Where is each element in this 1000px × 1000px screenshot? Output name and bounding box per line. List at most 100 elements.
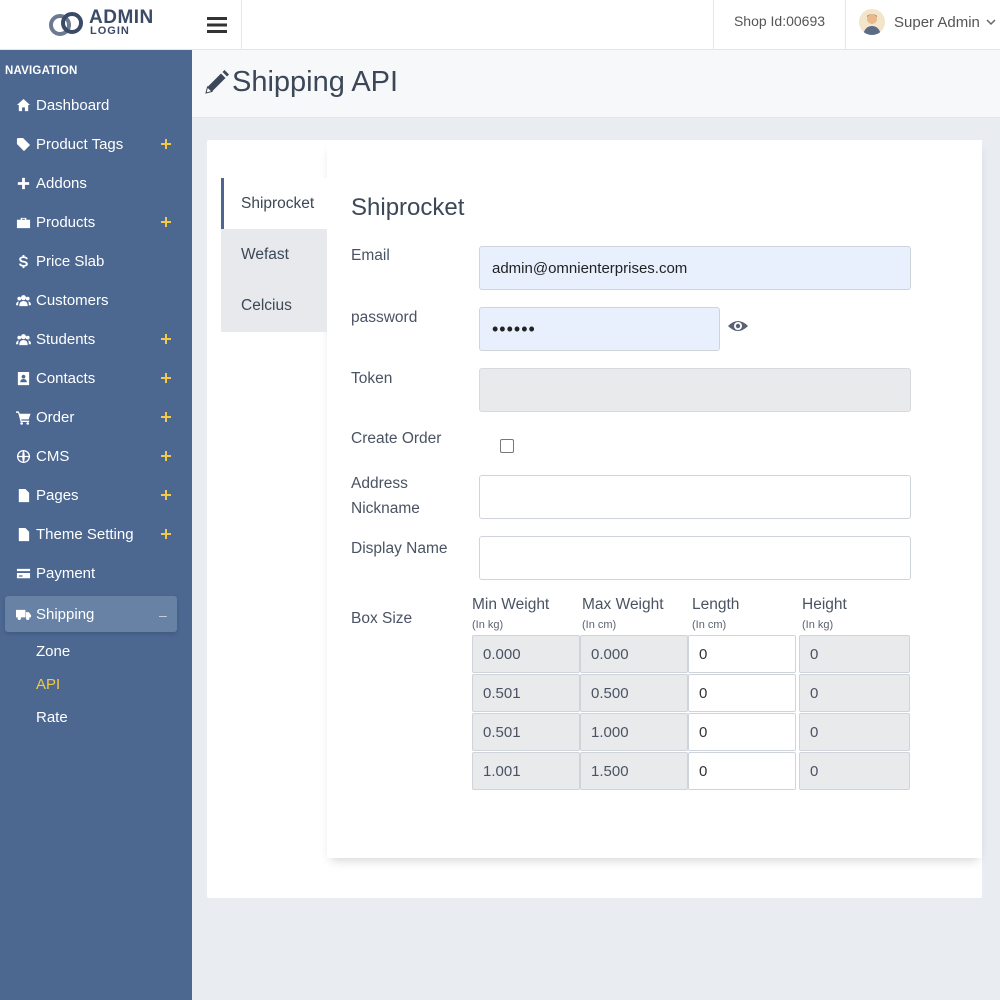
user-name: Super Admin — [894, 13, 980, 31]
sidebar-item-order[interactable]: Order — [0, 398, 192, 437]
tab-celcius[interactable]: Celcius — [221, 280, 327, 331]
expand-plus-icon[interactable] — [160, 410, 172, 422]
sidebar-item-contacts[interactable]: Contacts — [0, 359, 192, 398]
box-size-cell[interactable]: 0.501 — [472, 713, 580, 751]
column-header: Height — [802, 596, 847, 613]
box-size-cell[interactable]: 0.000 — [580, 635, 688, 673]
sidebar-item-product-tags[interactable]: Product Tags — [0, 125, 192, 164]
plus-icon — [14, 176, 32, 192]
pencil-icon — [205, 69, 229, 94]
email-field[interactable] — [479, 246, 911, 290]
box-size-cell[interactable]: 1.000 — [580, 713, 688, 751]
sidebar-item-label: Customers — [36, 292, 109, 309]
create-order-label: Create Order — [351, 430, 442, 447]
expand-plus-icon[interactable] — [160, 137, 172, 149]
sidebar-item-customers[interactable]: Customers — [0, 281, 192, 320]
expand-plus-icon[interactable] — [160, 449, 172, 461]
collapse-minus-icon[interactable]: – — [159, 607, 167, 623]
box-size-cell[interactable]: 0 — [799, 752, 910, 790]
box-size-cell[interactable]: 0 — [688, 674, 796, 712]
sidebar-item-label: Shipping — [36, 605, 95, 623]
sidebar-item-label: Dashboard — [36, 97, 110, 114]
sidebar-item-dashboard[interactable]: Dashboard — [0, 86, 192, 125]
eye-icon[interactable] — [727, 317, 749, 335]
expand-plus-icon[interactable] — [160, 215, 172, 227]
globe-icon — [14, 449, 32, 465]
tag-icon — [14, 137, 32, 153]
expand-plus-icon[interactable] — [160, 527, 172, 539]
sidebar-item-label: Pages — [36, 487, 79, 504]
sidebar-item-theme-setting[interactable]: Theme Setting — [0, 515, 192, 554]
sidebar-item-pages[interactable]: Pages — [0, 476, 192, 515]
file-icon — [14, 527, 32, 543]
create-order-checkbox[interactable] — [500, 439, 514, 453]
credit-card-icon — [14, 566, 32, 582]
token-field[interactable] — [479, 368, 911, 412]
column-header: Min Weight — [472, 596, 550, 613]
users-icon — [14, 332, 32, 348]
sidebar-item-label: Product Tags — [36, 136, 124, 153]
tab-shiprocket[interactable]: Shiprocket — [221, 178, 327, 229]
expand-plus-icon[interactable] — [160, 488, 172, 500]
email-label: Email — [351, 247, 390, 264]
sidebar-item-label: Contacts — [36, 370, 96, 387]
box-size-cell[interactable]: 0.501 — [472, 674, 580, 712]
address-nickname-label-2: Nickname — [351, 500, 420, 517]
expand-plus-icon[interactable] — [160, 371, 172, 383]
box-size-cell[interactable]: 0 — [799, 674, 910, 712]
user-avatar-icon — [859, 9, 885, 35]
sidebar-item-cms[interactable]: CMS — [0, 437, 192, 476]
page-title: Shipping API — [232, 66, 399, 98]
box-size-cell[interactable]: 0 — [799, 713, 910, 751]
sidebar-item-addons[interactable]: Addons — [0, 164, 192, 203]
sidebar-item-label: Theme Setting — [36, 526, 134, 543]
box-size-cell[interactable]: 0 — [688, 752, 796, 790]
token-label: Token — [351, 370, 393, 387]
display-name-label: Display Name — [351, 540, 448, 557]
box-size-cell[interactable]: 1.500 — [580, 752, 688, 790]
sidebar-item-label: Price Slab — [36, 253, 105, 270]
nav-title: NAVIGATION — [5, 65, 78, 77]
sidebar-item-label: Students — [36, 331, 96, 348]
sidebar-item-products[interactable]: Products — [0, 203, 192, 242]
sidebar-subitem-zone[interactable]: Zone — [36, 643, 70, 660]
box-size-cell[interactable]: 1.001 — [472, 752, 580, 790]
provider-tabs: Shiprocket Wefast Celcius — [221, 178, 327, 332]
page-header: Shipping API — [192, 50, 1000, 118]
section-title: Shiprocket — [351, 194, 465, 221]
briefcase-icon — [14, 215, 32, 231]
box-size-cell[interactable]: 0 — [688, 635, 796, 673]
sidebar-item-label: Payment — [36, 565, 96, 582]
sidebar-item-label: CMS — [36, 448, 70, 465]
sidebar-item-payment[interactable]: Payment — [0, 554, 192, 593]
menu-toggle-button[interactable] — [192, 0, 242, 50]
box-size-cell[interactable]: 0 — [799, 635, 910, 673]
display-name-field[interactable] — [479, 536, 911, 580]
sidebar-subitem-api[interactable]: API — [36, 676, 60, 693]
sidebar-item-students[interactable]: Students — [0, 320, 192, 359]
box-size-label: Box Size — [351, 610, 413, 627]
user-menu[interactable]: Super Admin — [847, 0, 1000, 50]
password-field[interactable]: •••••• — [479, 307, 720, 351]
box-size-cell[interactable]: 0.000 — [472, 635, 580, 673]
sidebar-item-label: Products — [36, 214, 96, 231]
box-size-cell[interactable]: 0 — [688, 713, 796, 751]
address-nickname-field[interactable] — [479, 475, 911, 519]
brand-logo[interactable]: ADMIN LOGIN — [0, 0, 192, 50]
expand-plus-icon[interactable] — [160, 332, 172, 344]
column-unit: (In cm) — [692, 619, 727, 631]
sidebar-item-shipping[interactable]: Shipping – — [5, 596, 177, 632]
column-unit: (In kg) — [472, 619, 504, 631]
sidebar-subitem-rate[interactable]: Rate — [36, 709, 68, 726]
tab-wefast[interactable]: Wefast — [221, 229, 327, 280]
address-nickname-label-1: Address — [351, 475, 408, 492]
truck-icon — [14, 606, 32, 622]
chevron-down-icon — [986, 19, 996, 26]
sidebar-item-price-slab[interactable]: Price Slab — [0, 242, 192, 281]
column-unit: (In cm) — [582, 619, 617, 631]
column-header: Length — [692, 596, 740, 613]
box-size-cell[interactable]: 0.500 — [580, 674, 688, 712]
file-icon — [14, 488, 32, 504]
top-bar: Shop Id:00693 Super Admin — [192, 0, 1000, 50]
column-unit: (In kg) — [802, 619, 834, 631]
